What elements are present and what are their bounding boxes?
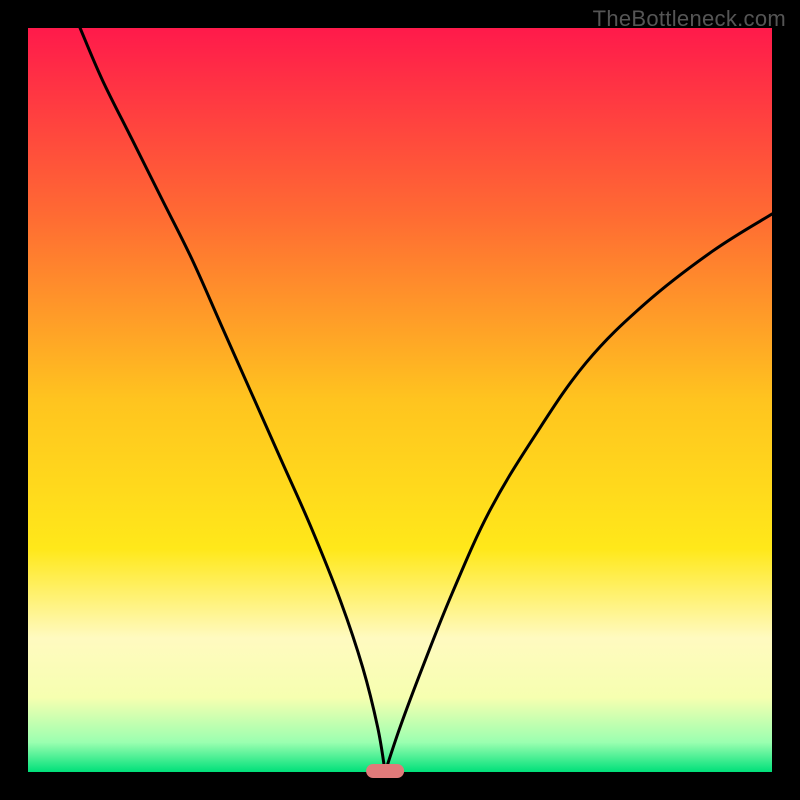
chart-svg: [0, 0, 800, 800]
chart-container: TheBottleneck.com: [0, 0, 800, 800]
watermark-text: TheBottleneck.com: [593, 6, 786, 32]
bottleneck-marker: [366, 764, 404, 778]
plot-area: [28, 28, 772, 772]
